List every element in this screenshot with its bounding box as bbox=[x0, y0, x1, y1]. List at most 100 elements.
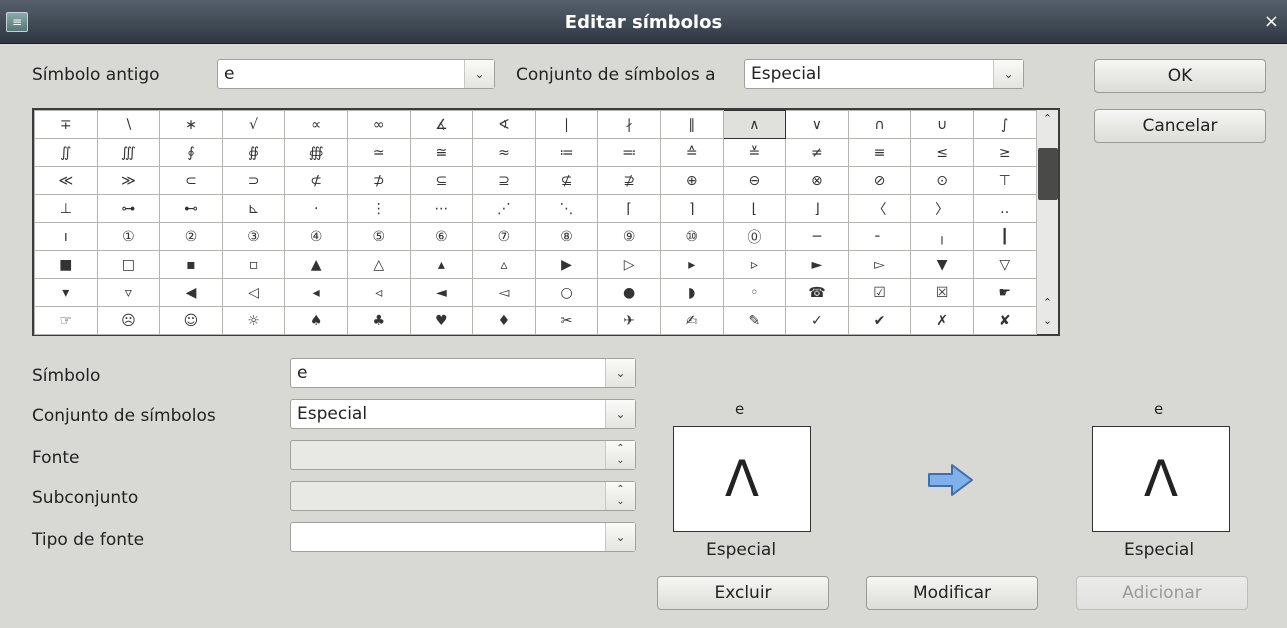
symbol-cell[interactable]: ∝ bbox=[284, 110, 348, 139]
old-set-combo[interactable]: Especial ⌄ bbox=[744, 59, 1024, 89]
symbol-cell[interactable]: 〈 bbox=[847, 194, 912, 223]
font-type-combo[interactable]: ⌄ bbox=[290, 522, 636, 552]
symbol-cell[interactable]: ╴ bbox=[847, 222, 912, 251]
symbol-cell[interactable]: △ bbox=[346, 250, 411, 279]
symbol-cell[interactable]: ∫ bbox=[972, 110, 1037, 139]
symbol-cell[interactable]: ✈ bbox=[597, 306, 661, 335]
modify-button[interactable]: Modificar bbox=[866, 576, 1038, 610]
chevron-down-icon[interactable]: ⌄ bbox=[993, 60, 1023, 88]
symbol-cell[interactable]: ⑧ bbox=[534, 222, 599, 251]
symbol-cell[interactable]: 〉 bbox=[910, 194, 974, 223]
symbol-cell[interactable]: √ bbox=[221, 110, 286, 139]
symbol-cell[interactable]: ≙ bbox=[659, 138, 724, 167]
symbol-cell[interactable]: ≫ bbox=[96, 166, 161, 195]
symbol-cell[interactable]: ✍ bbox=[659, 306, 724, 335]
symbol-cell[interactable]: ⑥ bbox=[409, 222, 474, 251]
symbol-cell[interactable]: ▿ bbox=[96, 278, 161, 307]
symbol-cell[interactable]: ⊥ bbox=[34, 194, 98, 223]
symbol-cell[interactable]: ⊃ bbox=[221, 166, 286, 195]
symbol-cell[interactable]: ► bbox=[785, 250, 849, 279]
symbol-cell[interactable]: ∯ bbox=[221, 138, 286, 167]
symbol-cell[interactable]: ♦ bbox=[472, 306, 536, 335]
symbol-cell[interactable]: ⋅ bbox=[284, 194, 348, 223]
old-symbol-combo[interactable]: e ⌄ bbox=[217, 59, 495, 89]
symbol-cell[interactable]: ≡ bbox=[847, 138, 912, 167]
symbol-cell[interactable]: ∨ bbox=[785, 110, 849, 139]
symbol-cell[interactable]: ☑ bbox=[847, 278, 912, 307]
symbol-cell[interactable]: ∢ bbox=[472, 110, 536, 139]
symbol-cell[interactable]: ⊤ bbox=[972, 166, 1037, 195]
symbol-cell[interactable]: ⌉ bbox=[659, 194, 724, 223]
symbol-cell[interactable]: ⊖ bbox=[722, 166, 787, 195]
symbol-cell[interactable]: ≪ bbox=[34, 166, 98, 195]
symbol-cell[interactable]: ∮ bbox=[159, 138, 223, 167]
symbol-cell[interactable]: ⊇ bbox=[472, 166, 536, 195]
symbol-cell[interactable]: ⊾ bbox=[221, 194, 286, 223]
symbol-cell[interactable]: ⊂ bbox=[159, 166, 223, 195]
symbol-cell[interactable]: ▫ bbox=[221, 250, 286, 279]
symbol-cell[interactable]: ⊕ bbox=[659, 166, 724, 195]
symbol-cell[interactable]: ∡ bbox=[409, 110, 474, 139]
symbol-cell[interactable]: ‥ bbox=[972, 194, 1037, 223]
symbol-cell[interactable]: ◃ bbox=[346, 278, 411, 307]
symbol-cell[interactable]: ▴ bbox=[409, 250, 474, 279]
chevron-down-icon[interactable]: ⌄ bbox=[605, 523, 635, 551]
subset-combo[interactable]: ⌃ ⌄ bbox=[290, 481, 636, 511]
symbol-cell[interactable]: ⊶ bbox=[96, 194, 161, 223]
symbol-cell[interactable]: ▾ bbox=[34, 278, 98, 307]
scroll-up-icon[interactable]: ⌃ bbox=[1037, 296, 1058, 312]
symbol-cell[interactable]: ☹ bbox=[96, 306, 161, 335]
set-combo[interactable]: Especial ⌄ bbox=[290, 399, 636, 429]
symbol-cell[interactable]: ☒ bbox=[910, 278, 974, 307]
symbol-cell[interactable]: ▸ bbox=[659, 250, 724, 279]
symbol-cell[interactable]: ▻ bbox=[847, 250, 912, 279]
symbol-cell[interactable]: ✂ bbox=[534, 306, 599, 335]
scroll-thumb[interactable] bbox=[1038, 148, 1058, 200]
chevron-down-icon[interactable]: ⌄ bbox=[605, 359, 635, 387]
symbol-cell[interactable]: ◗ bbox=[659, 278, 724, 307]
add-button[interactable]: Adicionar bbox=[1076, 576, 1248, 610]
symbol-cell[interactable]: ∤ bbox=[597, 110, 661, 139]
symbol-cell[interactable]: ∥ bbox=[659, 110, 724, 139]
symbol-cell[interactable]: ≚ bbox=[722, 138, 787, 167]
symbol-cell[interactable]: ∧ bbox=[722, 110, 787, 139]
symbol-cell[interactable]: ∗ bbox=[159, 110, 223, 139]
symbol-cell[interactable]: ┃ bbox=[972, 222, 1037, 251]
font-combo[interactable]: ⌃ ⌄ bbox=[290, 440, 636, 470]
symbol-cell[interactable]: ⊘ bbox=[847, 166, 912, 195]
symbol-cell[interactable]: ⊅ bbox=[346, 166, 411, 195]
symbol-cell[interactable]: ◂ bbox=[284, 278, 348, 307]
symbol-cell[interactable]: ● bbox=[597, 278, 661, 307]
symbol-cell[interactable]: ≅ bbox=[409, 138, 474, 167]
scroll-up-icon[interactable]: ⌃ bbox=[1037, 112, 1058, 128]
symbol-cell[interactable]: ◁ bbox=[221, 278, 286, 307]
symbol-cell[interactable]: ⓪ bbox=[722, 222, 787, 251]
symbol-cell[interactable]: ≠ bbox=[785, 138, 849, 167]
symbol-cell[interactable]: ♠ bbox=[284, 306, 348, 335]
symbol-cell[interactable]: ─ bbox=[785, 222, 849, 251]
symbol-cell[interactable]: ⊆ bbox=[409, 166, 474, 195]
symbol-cell[interactable]: ♣ bbox=[346, 306, 411, 335]
symbol-cell[interactable]: ⊈ bbox=[534, 166, 599, 195]
symbol-cell[interactable]: ∞ bbox=[346, 110, 411, 139]
symbol-cell[interactable]: ◀ bbox=[159, 278, 223, 307]
symbol-cell[interactable]: ♥ bbox=[409, 306, 474, 335]
symbol-cell[interactable]: ▲ bbox=[284, 250, 348, 279]
symbol-cell[interactable]: ▽ bbox=[972, 250, 1037, 279]
symbol-cell[interactable]: ⋰ bbox=[472, 194, 536, 223]
symbol-cell[interactable]: ▶ bbox=[534, 250, 599, 279]
symbol-cell[interactable]: ▪ bbox=[159, 250, 223, 279]
symbol-cell[interactable]: ☺ bbox=[159, 306, 223, 335]
symbol-cell[interactable]: ⋯ bbox=[409, 194, 474, 223]
symbol-cell[interactable]: ≕ bbox=[597, 138, 661, 167]
symbol-cell[interactable]: ■ bbox=[34, 250, 98, 279]
symbol-cell[interactable]: ✘ bbox=[972, 306, 1037, 335]
symbol-cell[interactable]: ≈ bbox=[472, 138, 536, 167]
symbol-cell[interactable]: ⊉ bbox=[597, 166, 661, 195]
symbol-cell[interactable]: ⌊ bbox=[722, 194, 787, 223]
grid-scrollbar[interactable]: ⌃ ⌃ ⌄ bbox=[1036, 110, 1058, 334]
symbol-cell[interactable]: ① bbox=[96, 222, 161, 251]
symbol-cell[interactable]: ▼ bbox=[910, 250, 974, 279]
symbol-cell[interactable]: ⊙ bbox=[910, 166, 974, 195]
symbol-cell[interactable]: ◄ bbox=[409, 278, 474, 307]
